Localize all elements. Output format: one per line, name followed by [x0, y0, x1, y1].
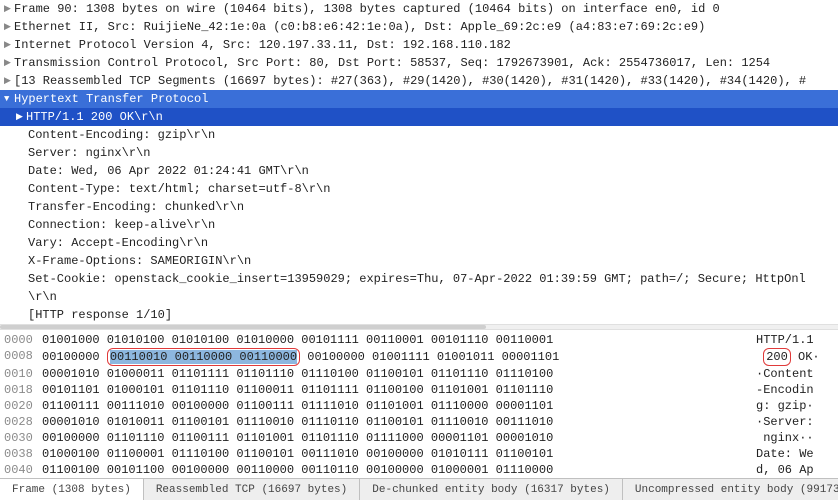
tree-label: Frame 90: 1308 bytes on wire (10464 bits…	[14, 1, 720, 17]
tree-row-ip[interactable]: ▶ Internet Protocol Version 4, Src: 120.…	[0, 36, 838, 54]
tree-row-content-type[interactable]: Content-Type: text/html; charset=utf-8\r…	[0, 180, 838, 198]
hex-row[interactable]: 0000 01001000 01010100 01010100 01010000…	[4, 332, 838, 348]
hex-row[interactable]: 0030 00100000 01101110 01100111 01101001…	[4, 430, 838, 446]
tree-label: Ethernet II, Src: RuijieNe_42:1e:0a (c0:…	[14, 19, 705, 35]
tree-row-transfer-encoding[interactable]: Transfer-Encoding: chunked\r\n	[0, 198, 838, 216]
hex-row[interactable]: 0040 01100100 00101100 00100000 00110000…	[4, 462, 838, 478]
tree-row-ethernet[interactable]: ▶ Ethernet II, Src: RuijieNe_42:1e:0a (c…	[0, 18, 838, 36]
hex-offset: 0020	[4, 398, 42, 414]
hex-bits: 00001010 01000011 01101111 01101110 0111…	[42, 366, 748, 382]
caret-icon: ▶	[4, 55, 14, 71]
bytes-tabs: Frame (1308 bytes) Reassembled TCP (1669…	[0, 478, 838, 500]
tab-uncompressed[interactable]: Uncompressed entity body (99173 bytes)	[623, 479, 838, 500]
hex-row[interactable]: 0028 00001010 01010011 01100101 01110010…	[4, 414, 838, 430]
tab-dechunked[interactable]: De-chunked entity body (16317 bytes)	[360, 479, 623, 500]
highlight-box: 00110010 00110000 00110000	[107, 348, 300, 366]
hex-row[interactable]: 0010 00001010 01000011 01101111 01101110…	[4, 366, 838, 382]
tree-label: Hypertext Transfer Protocol	[14, 91, 208, 107]
tree-label: X-Frame-Options: SAMEORIGIN\r\n	[28, 253, 251, 269]
hex-bits: 01100100 00101100 00100000 00110000 0011…	[42, 462, 748, 478]
tree-row-status-line[interactable]: ▶ HTTP/1.1 200 OK\r\n	[0, 108, 838, 126]
hex-ascii: ·Server:	[748, 414, 838, 430]
hex-row[interactable]: 0018 00101101 01000101 01101110 01100011…	[4, 382, 838, 398]
caret-icon: ▶	[4, 37, 14, 53]
tree-label: \r\n	[28, 289, 57, 305]
caret-icon: ▶	[4, 1, 14, 17]
packet-bytes-pane: 0000 01001000 01010100 01010100 01010000…	[0, 330, 838, 478]
tree-row-date[interactable]: Date: Wed, 06 Apr 2022 01:24:41 GMT\r\n	[0, 162, 838, 180]
tree-label: [13 Reassembled TCP Segments (16697 byte…	[14, 73, 806, 89]
caret-icon: ▶	[16, 109, 26, 125]
tree-label: Date: Wed, 06 Apr 2022 01:24:41 GMT\r\n	[28, 163, 309, 179]
tree-label: HTTP/1.1 200 OK\r\n	[26, 109, 163, 125]
hex-ascii: ·Content	[748, 366, 838, 382]
hex-offset: 0038	[4, 446, 42, 462]
hex-offset: 0040	[4, 462, 42, 478]
hex-bits: 01100111 00111010 00100000 01100111 0111…	[42, 398, 748, 414]
tab-frame[interactable]: Frame (1308 bytes)	[0, 479, 144, 500]
hex-ascii: g: gzip·	[748, 398, 838, 414]
highlight-selection: 200	[766, 350, 788, 364]
hex-offset: 0010	[4, 366, 42, 382]
hex-offset: 0028	[4, 414, 42, 430]
highlight-box: 200	[763, 348, 791, 366]
tree-label: Transfer-Encoding: chunked\r\n	[28, 199, 244, 215]
hex-bits: 00001010 01010011 01100101 01110010 0111…	[42, 414, 748, 430]
hex-row[interactable]: 0020 01100111 00111010 00100000 01100111…	[4, 398, 838, 414]
caret-icon: ▶	[4, 19, 14, 35]
hex-ascii: Date: We	[748, 446, 838, 462]
hex-ascii: d, 06 Ap	[748, 462, 838, 478]
hex-offset: 0030	[4, 430, 42, 446]
details-hscrollbar[interactable]	[0, 324, 838, 330]
tree-label: Content-Encoding: gzip\r\n	[28, 127, 215, 143]
tree-row-setcookie[interactable]: Set-Cookie: openstack_cookie_insert=1395…	[0, 270, 838, 288]
hex-bits: 00101101 01000101 01101110 01100011 0110…	[42, 382, 748, 398]
tree-row-tcp[interactable]: ▶ Transmission Control Protocol, Src Por…	[0, 54, 838, 72]
packet-details-pane: ▶ Frame 90: 1308 bytes on wire (10464 bi…	[0, 0, 838, 324]
highlight-selection: 00110010 00110000 00110000	[110, 350, 297, 364]
hex-offset: 0000	[4, 332, 42, 348]
caret-down-icon: ▼	[4, 91, 14, 107]
hex-row[interactable]: 0038 01000100 01100001 01110100 01100101…	[4, 446, 838, 462]
tree-label: Content-Type: text/html; charset=utf-8\r…	[28, 181, 330, 197]
tree-label: [HTTP response 1/10]	[28, 307, 172, 323]
tree-row-content-encoding[interactable]: Content-Encoding: gzip\r\n	[0, 126, 838, 144]
tree-row-crlf[interactable]: \r\n	[0, 288, 838, 306]
hex-row-highlighted[interactable]: 0008 00100000 00110010 00110000 00110000…	[4, 348, 838, 366]
hex-bits: 00100000 00110010 00110000 00110000 0010…	[42, 348, 748, 366]
tree-row-frame[interactable]: ▶ Frame 90: 1308 bytes on wire (10464 bi…	[0, 0, 838, 18]
http-children: Content-Encoding: gzip\r\n Server: nginx…	[0, 126, 838, 324]
tree-row-http[interactable]: ▼ Hypertext Transfer Protocol	[0, 90, 838, 108]
tree-label: Set-Cookie: openstack_cookie_insert=1395…	[28, 271, 806, 287]
tree-label: Internet Protocol Version 4, Src: 120.19…	[14, 37, 511, 53]
hex-ascii: HTTP/1.1	[748, 332, 838, 348]
hex-bits: 01000100 01100001 01110100 01100101 0011…	[42, 446, 748, 462]
tree-row-reassembled[interactable]: ▶ [13 Reassembled TCP Segments (16697 by…	[0, 72, 838, 90]
tree-label: Vary: Accept-Encoding\r\n	[28, 235, 208, 251]
hex-offset: 0008	[4, 348, 42, 366]
hex-offset: 0018	[4, 382, 42, 398]
tree-label: Server: nginx\r\n	[28, 145, 150, 161]
tree-row-response[interactable]: [HTTP response 1/10]	[0, 306, 838, 324]
tree-row-connection[interactable]: Connection: keep-alive\r\n	[0, 216, 838, 234]
hex-bits: 00100000 01101110 01100111 01101001 0110…	[42, 430, 748, 446]
scrollbar-thumb[interactable]	[0, 325, 486, 329]
tree-label: Transmission Control Protocol, Src Port:…	[14, 55, 770, 71]
hex-bits: 01001000 01010100 01010100 01010000 0010…	[42, 332, 748, 348]
caret-icon: ▶	[4, 73, 14, 89]
hex-ascii: 200 OK·	[748, 348, 838, 366]
tree-row-vary[interactable]: Vary: Accept-Encoding\r\n	[0, 234, 838, 252]
tree-row-server[interactable]: Server: nginx\r\n	[0, 144, 838, 162]
tree-label: Connection: keep-alive\r\n	[28, 217, 215, 233]
tree-row-xframe[interactable]: X-Frame-Options: SAMEORIGIN\r\n	[0, 252, 838, 270]
tab-reassembled-tcp[interactable]: Reassembled TCP (16697 bytes)	[144, 479, 360, 500]
hex-ascii: -Encodin	[748, 382, 838, 398]
hex-ascii: nginx··	[748, 430, 838, 446]
